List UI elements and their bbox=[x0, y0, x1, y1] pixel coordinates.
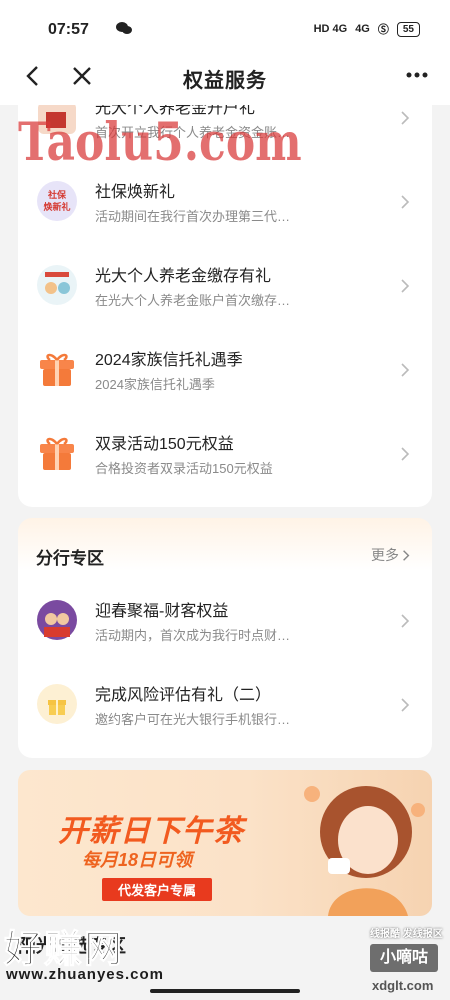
pension-icon bbox=[37, 265, 77, 305]
item-title: 完成风险评估有礼（二） bbox=[95, 687, 272, 704]
network-indicator-2: 4G bbox=[355, 23, 370, 35]
list-item[interactable]: 社保 焕新礼 社保焕新礼 活动期间在我行首次办理第三代… bbox=[18, 159, 432, 243]
item-desc: 活动期间在我行首次办理第三代… bbox=[95, 209, 291, 224]
more-icon[interactable] bbox=[406, 72, 428, 78]
watermark: 小嘀咕 bbox=[370, 944, 438, 972]
status-indicators: HD 4G 4G Ⓢ 55 bbox=[314, 21, 420, 37]
banner-subtitle: 每月18日可领 bbox=[82, 850, 193, 870]
item-desc: 活动期内，首次成为我行时点财… bbox=[95, 628, 291, 643]
benefits-card: 光大个人养老金开户礼 首次开立我行个人养老金资金账… 社保 焕新礼 社保焕新礼 活… bbox=[18, 95, 432, 507]
list-item[interactable]: 2024家族信托礼遇季 2024家族信托礼遇季 bbox=[18, 327, 432, 411]
branch-zone-card: 分行专区 更多 迎春聚福-财客权益 活动期内，首次成为我行时点财… 完成风险评估… bbox=[18, 518, 432, 758]
svg-text:焕新礼: 焕新礼 bbox=[43, 201, 70, 212]
list-item[interactable]: 迎春聚福-财客权益 活动期内，首次成为我行时点财… bbox=[18, 578, 432, 662]
status-time: 07:57 bbox=[48, 21, 89, 38]
item-title: 2024家族信托礼遇季 bbox=[95, 352, 243, 369]
item-title: 光大个人养老金缴存有礼 bbox=[95, 268, 272, 285]
item-title: 双录活动150元权益 bbox=[95, 436, 234, 453]
chevron-right-icon bbox=[401, 614, 410, 628]
chevron-right-icon bbox=[401, 363, 410, 377]
watermark: www.zhuanyes.com bbox=[6, 966, 164, 983]
section-title: 阳光精选专区 bbox=[18, 936, 126, 956]
chevron-right-icon bbox=[401, 279, 410, 293]
item-desc: 邀约客户可在光大银行手机银行… bbox=[95, 712, 291, 727]
chevron-right-icon bbox=[401, 698, 410, 712]
yellow-gift-icon bbox=[37, 684, 77, 724]
list-item[interactable]: 光大个人养老金缴存有礼 在光大个人养老金账户首次缴存… bbox=[18, 243, 432, 327]
chevron-right-icon bbox=[401, 447, 410, 461]
more-link[interactable]: 更多 bbox=[371, 545, 410, 565]
watermark: 线报酷 发线报区 bbox=[370, 929, 443, 940]
list-item[interactable]: 完成风险评估有礼（二） 邀约客户可在光大银行手机银行… bbox=[18, 662, 432, 746]
social-security-icon: 社保焕新礼 bbox=[37, 181, 77, 221]
chevron-right-icon bbox=[403, 549, 410, 561]
more-label: 更多 bbox=[371, 547, 399, 563]
battery-indicator: 55 bbox=[396, 21, 420, 37]
promo-banner[interactable]: 开薪日下午茶 每月18日可领 代发客户专属 bbox=[18, 770, 432, 916]
gift-box-icon bbox=[40, 353, 74, 386]
spring-family-icon bbox=[37, 600, 77, 640]
nav-bar: 权益服务 bbox=[0, 50, 450, 105]
section-title: 分行专区 bbox=[36, 549, 104, 568]
chevron-right-icon bbox=[401, 111, 410, 125]
item-desc: 首次开立我行个人养老金资金账… bbox=[95, 125, 291, 140]
gift-box-icon bbox=[40, 437, 74, 470]
chevron-right-icon bbox=[401, 195, 410, 209]
status-bar: 07:57 HD 4G 4G Ⓢ 55 bbox=[0, 0, 450, 50]
item-title: 社保焕新礼 bbox=[95, 184, 176, 201]
page-title: 权益服务 bbox=[183, 70, 267, 92]
item-title: 迎春聚福-财客权益 bbox=[95, 603, 229, 620]
tea-girl-illustration bbox=[304, 786, 425, 916]
banner-title: 开薪日下午茶 bbox=[58, 815, 244, 848]
watermark: xdglt.com bbox=[372, 978, 434, 993]
wechat-icon bbox=[116, 22, 132, 34]
item-desc: 在光大个人养老金账户首次缴存… bbox=[95, 293, 291, 308]
network-indicator: HD 4G bbox=[313, 23, 348, 35]
banner-button[interactable]: 代发客户专属 bbox=[102, 878, 213, 901]
vpn-icon: Ⓢ bbox=[377, 24, 389, 36]
svg-text:社保: 社保 bbox=[47, 189, 67, 200]
home-indicator[interactable] bbox=[150, 989, 300, 993]
item-desc: 合格投资者双录活动150元权益 bbox=[95, 461, 273, 476]
item-desc: 2024家族信托礼遇季 bbox=[95, 377, 215, 392]
list-item[interactable]: 双录活动150元权益 合格投资者双录活动150元权益 bbox=[18, 411, 432, 495]
